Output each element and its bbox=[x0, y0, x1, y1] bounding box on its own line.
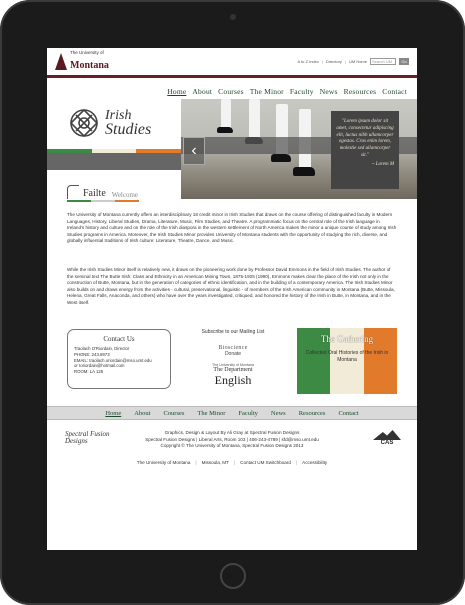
contact-title: Contact Us bbox=[103, 335, 135, 343]
legal-link-um[interactable]: The University of Montana bbox=[137, 460, 191, 465]
brand-line2: Studies bbox=[105, 121, 152, 139]
contact-box: Contact Us Traolach O'Riordain, Director… bbox=[67, 329, 171, 389]
footer-nav-about[interactable]: About bbox=[134, 410, 150, 417]
donate-label: Donate bbox=[224, 351, 242, 357]
camera bbox=[230, 14, 236, 20]
screen: The University of Montana A to Z Index |… bbox=[47, 48, 417, 550]
footer-nav-home[interactable]: Home bbox=[105, 410, 121, 417]
mailing-section: Subscribe to our Mailing List Bioscience… bbox=[187, 329, 279, 388]
quote-attribution: ~ Lorem M bbox=[371, 161, 394, 167]
link-um-home[interactable]: UM Home bbox=[349, 59, 367, 64]
legal-links: The University of Montana | Missoula, MT… bbox=[136, 460, 328, 465]
hero-grey-bar bbox=[47, 153, 181, 170]
footer-nav-faculty[interactable]: Faculty bbox=[238, 410, 258, 417]
header-links: A to Z Index | Directory | UM Home Searc… bbox=[298, 58, 409, 65]
nav-news[interactable]: News bbox=[320, 87, 338, 96]
logo-big-text: Montana bbox=[70, 59, 109, 71]
intro-paragraph-2: While the Irish Studies Minor itself is … bbox=[67, 267, 395, 305]
search-input[interactable]: Search UM bbox=[370, 58, 396, 65]
mountain-icon bbox=[373, 430, 401, 440]
gathering-title: The Gathering bbox=[320, 334, 374, 344]
credit-line-3: Copyright © The University of Montana, S… bbox=[160, 443, 304, 449]
welcome-subtitle: Welcome bbox=[111, 191, 139, 199]
hero: Irish Studies ‹ "Lorem ipsum dolor sit a… bbox=[47, 99, 417, 199]
logo-small-text: The University of bbox=[70, 50, 104, 56]
nav-home[interactable]: Home bbox=[167, 87, 186, 96]
footer-nav-the-minor[interactable]: The Minor bbox=[197, 410, 225, 417]
contact-room: ROOM: LA 125 bbox=[74, 369, 104, 375]
celtic-ornament-icon bbox=[67, 185, 79, 199]
english-dept-logo[interactable]: The University of Montana The Department… bbox=[187, 363, 279, 388]
nav-courses[interactable]: Courses bbox=[218, 87, 244, 96]
nav-resources[interactable]: Resources bbox=[344, 87, 377, 96]
um-logo[interactable]: The University of Montana bbox=[55, 51, 109, 72]
credit-line-1: Graphics, Design & Layout By Ali Gray at… bbox=[164, 430, 300, 435]
footer-nav-resources[interactable]: Resources bbox=[299, 410, 326, 417]
nav-faculty[interactable]: Faculty bbox=[290, 87, 314, 96]
spectral-fusion-logo[interactable]: Spectral Fusion Designs bbox=[65, 430, 111, 446]
celtic-knot-icon bbox=[67, 106, 101, 140]
nav-about[interactable]: About bbox=[192, 87, 212, 96]
link-a-to-z[interactable]: A to Z Index bbox=[298, 59, 319, 64]
welcome-title: Failte bbox=[83, 188, 106, 199]
nav-contact[interactable]: Contact bbox=[382, 87, 407, 96]
footer-nav: Home About Courses The Minor Faculty New… bbox=[47, 406, 417, 420]
link-directory[interactable]: Directory bbox=[326, 59, 342, 64]
donate-block[interactable]: Bioscience Donate bbox=[187, 345, 279, 357]
home-button[interactable] bbox=[220, 563, 246, 589]
quote-box: "Lorem ipsum dolor sit amet, consectetur… bbox=[331, 111, 399, 189]
nav-the-minor[interactable]: The Minor bbox=[250, 87, 284, 96]
welcome-underline bbox=[67, 200, 139, 202]
footer-nav-news[interactable]: News bbox=[271, 410, 286, 417]
mailing-list-link[interactable]: Subscribe to our Mailing List bbox=[187, 329, 279, 335]
slideshow-prev-button[interactable]: ‹ bbox=[183, 137, 205, 165]
brand-line1: Irish bbox=[105, 107, 132, 123]
legal-link-switchboard[interactable]: Contact UM Switchboard bbox=[240, 460, 291, 465]
quote-text: "Lorem ipsum dolor sit amet, consectetur… bbox=[336, 119, 394, 158]
main-nav: Home About Courses The Minor Faculty New… bbox=[47, 83, 417, 99]
irish-studies-brand[interactable]: Irish Studies bbox=[67, 103, 177, 143]
intro-paragraph-1: The University of Montana currently offe… bbox=[67, 212, 397, 244]
header-bar: The University of Montana A to Z Index |… bbox=[47, 48, 417, 78]
tablet-frame: The University of Montana A to Z Index |… bbox=[0, 0, 465, 605]
dancers-photo: ‹ "Lorem ipsum dolor sit amet, consectet… bbox=[181, 99, 417, 199]
footer-nav-contact[interactable]: Contact bbox=[338, 410, 358, 417]
search-go-button[interactable]: Go bbox=[399, 58, 409, 65]
footer-nav-courses[interactable]: Courses bbox=[163, 410, 184, 417]
the-gathering-banner[interactable]: The Gathering Collected Oral Histories o… bbox=[297, 328, 397, 394]
gathering-subtitle: Collected Oral Histories of the Irish in… bbox=[305, 350, 389, 363]
cas-logo[interactable]: CAS bbox=[369, 430, 405, 446]
welcome-heading: Failte Welcome bbox=[67, 185, 138, 199]
um-crest-icon bbox=[55, 53, 67, 70]
legal-link-accessibility[interactable]: Accessibility bbox=[302, 460, 327, 465]
credits: Spectral Fusion Designs Graphics, Design… bbox=[47, 428, 417, 458]
legal-link-missoula[interactable]: Missoula, MT bbox=[202, 460, 229, 465]
